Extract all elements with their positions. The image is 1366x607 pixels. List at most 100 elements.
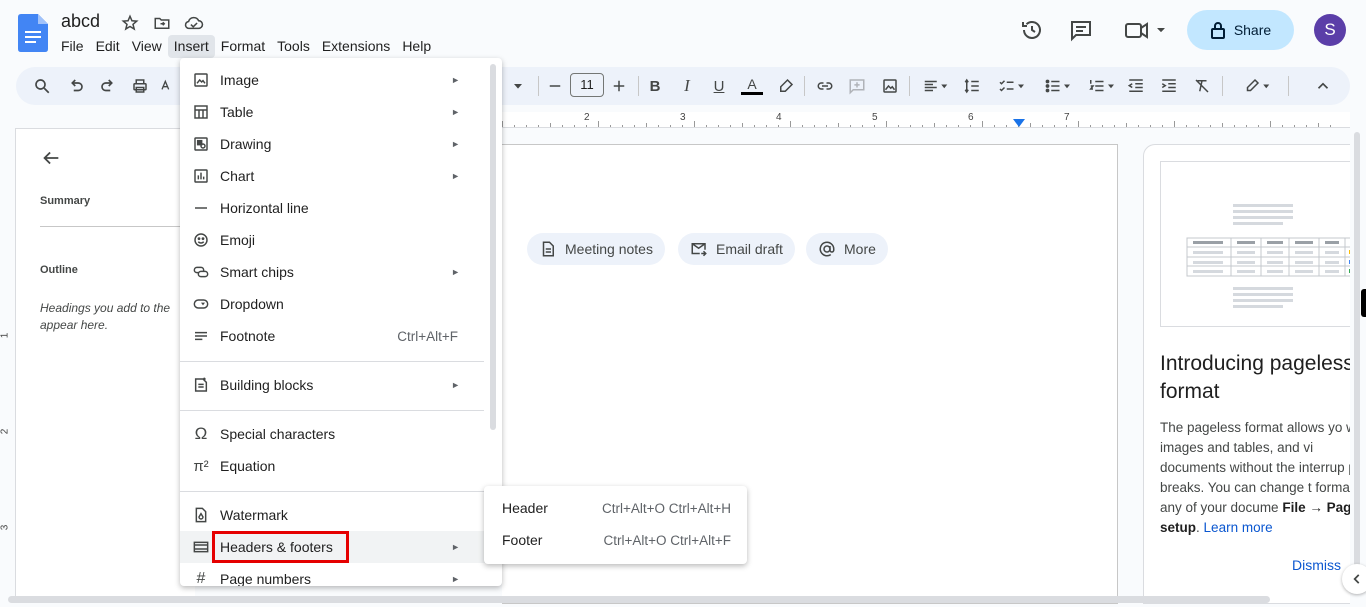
comments-icon[interactable] bbox=[1068, 17, 1094, 43]
email-draft-chip[interactable]: Email draft bbox=[678, 233, 795, 265]
menu-item-label: Footnote bbox=[220, 328, 276, 344]
font-dropdown-arrow-icon[interactable] bbox=[510, 74, 526, 98]
horizontal-scrollbar[interactable] bbox=[8, 596, 1270, 603]
share-button[interactable]: Share bbox=[1187, 10, 1294, 50]
menu-view[interactable]: View bbox=[126, 35, 168, 58]
menu-item-building-blocks[interactable]: Building blocks ► bbox=[180, 369, 490, 401]
ruler-tick bbox=[910, 125, 911, 127]
account-avatar[interactable]: S bbox=[1314, 14, 1346, 46]
menu-file[interactable]: File bbox=[55, 35, 90, 58]
bulleted-list-dropdown-icon[interactable] bbox=[1040, 74, 1076, 98]
line-spacing-icon[interactable] bbox=[960, 74, 984, 98]
menu-item-emoji[interactable]: Emoji bbox=[180, 224, 490, 256]
document-outline-panel: Summary Outline Headings you add to the … bbox=[15, 128, 196, 598]
add-comment-icon[interactable] bbox=[845, 74, 869, 98]
redo-icon[interactable] bbox=[96, 74, 120, 98]
insert-image-icon[interactable] bbox=[878, 74, 902, 98]
menu-item-watermark[interactable]: Watermark bbox=[180, 499, 490, 531]
italic-icon[interactable]: I bbox=[675, 74, 699, 98]
highlight-annotation-box bbox=[212, 531, 349, 563]
menu-item-footnote[interactable]: Footnote Ctrl+Alt+F bbox=[180, 320, 490, 352]
chip-label: Email draft bbox=[716, 241, 783, 257]
chip-label: Meeting notes bbox=[565, 241, 653, 257]
submenu-item-header[interactable]: Header Ctrl+Alt+O Ctrl+Alt+H bbox=[484, 492, 747, 524]
more-chip[interactable]: More bbox=[806, 233, 888, 265]
vertical-scrollbar[interactable] bbox=[1352, 132, 1362, 572]
menu-item-label: Image bbox=[220, 72, 259, 88]
ruler-tick bbox=[538, 125, 539, 127]
meeting-notes-chip[interactable]: Meeting notes bbox=[527, 233, 665, 265]
hide-menus-chevron-icon[interactable] bbox=[1311, 74, 1335, 98]
menu-item-label: Chart bbox=[220, 168, 255, 184]
dropdown-icon bbox=[192, 295, 210, 313]
document-title[interactable]: abcd bbox=[61, 11, 100, 32]
submenu-arrow-icon: ► bbox=[451, 267, 460, 277]
ruler-tick bbox=[1102, 125, 1103, 127]
menu-item-table[interactable]: Table ► bbox=[180, 96, 490, 128]
increase-font-size-icon[interactable] bbox=[607, 74, 631, 98]
clear-formatting-icon[interactable] bbox=[1190, 74, 1214, 98]
ruler-tick bbox=[850, 125, 851, 127]
menu-extensions[interactable]: Extensions bbox=[316, 35, 396, 58]
back-arrow-icon[interactable] bbox=[40, 147, 62, 169]
underline-icon[interactable]: U bbox=[707, 74, 731, 98]
ruler-tick bbox=[598, 121, 599, 127]
font-size-input[interactable]: 11 bbox=[570, 73, 604, 97]
numbered-list-dropdown-icon[interactable] bbox=[1084, 74, 1120, 98]
side-panel-tab[interactable] bbox=[1361, 289, 1366, 317]
menu-scrollbar[interactable] bbox=[490, 64, 496, 430]
print-icon[interactable] bbox=[128, 74, 152, 98]
menu-help[interactable]: Help bbox=[396, 35, 437, 58]
ruler-tick bbox=[1306, 125, 1307, 127]
ruler-tick bbox=[1318, 123, 1319, 127]
spellcheck-icon[interactable] bbox=[160, 74, 176, 98]
menu-item-dropdown[interactable]: Dropdown bbox=[180, 288, 490, 320]
menu-item-image[interactable]: Image ► bbox=[180, 64, 490, 96]
editing-mode-dropdown-icon[interactable] bbox=[1240, 74, 1276, 98]
decrease-indent-icon[interactable] bbox=[1124, 74, 1148, 98]
move-folder-icon[interactable] bbox=[151, 12, 173, 34]
menu-item-page-numbers[interactable]: # Page numbers ► bbox=[180, 563, 490, 586]
checklist-dropdown-icon[interactable] bbox=[994, 74, 1030, 98]
menu-item-special-characters[interactable]: Ω Special characters bbox=[180, 418, 490, 450]
ruler-tick bbox=[742, 123, 743, 127]
dismiss-button[interactable]: Dismiss bbox=[1292, 557, 1341, 573]
menu-item-chart[interactable]: Chart ► bbox=[180, 160, 490, 192]
submenu-item-footer[interactable]: Footer Ctrl+Alt+O Ctrl+Alt+F bbox=[484, 524, 747, 556]
version-history-icon[interactable] bbox=[1019, 17, 1045, 43]
menu-format[interactable]: Format bbox=[215, 35, 271, 58]
outline-hint-text: Headings you add to the appear here. bbox=[40, 301, 171, 332]
ruler-tick bbox=[1210, 125, 1211, 127]
highlight-color-icon[interactable] bbox=[774, 74, 798, 98]
footnote-icon bbox=[192, 327, 210, 345]
learn-more-link[interactable]: Learn more bbox=[1204, 520, 1273, 535]
menu-item-drawing[interactable]: Drawing ► bbox=[180, 128, 490, 160]
menu-edit[interactable]: Edit bbox=[90, 35, 126, 58]
cloud-saved-icon[interactable] bbox=[183, 12, 205, 34]
ruler-label: 5 bbox=[872, 112, 878, 123]
bold-icon[interactable]: B bbox=[643, 74, 667, 98]
menu-item-smart-chips[interactable]: Smart chips ► bbox=[180, 256, 490, 288]
increase-indent-icon[interactable] bbox=[1157, 74, 1181, 98]
meet-video-icon[interactable] bbox=[1122, 17, 1168, 43]
menu-item-equation[interactable]: π² Equation bbox=[180, 450, 490, 482]
undo-icon[interactable] bbox=[64, 74, 88, 98]
menu-bar: File Edit View Insert Format Tools Exten… bbox=[55, 35, 437, 58]
insert-link-icon[interactable] bbox=[813, 74, 837, 98]
collapse-panel-button[interactable] bbox=[1342, 564, 1366, 594]
ruler-tick bbox=[682, 125, 683, 127]
submenu-item-label: Header bbox=[502, 500, 548, 516]
right-indent-marker[interactable] bbox=[1013, 119, 1025, 127]
ruler-tick bbox=[1186, 125, 1187, 127]
menu-tools[interactable]: Tools bbox=[271, 35, 316, 58]
search-menus-icon[interactable] bbox=[30, 74, 54, 98]
star-icon[interactable] bbox=[119, 12, 141, 34]
text-color-icon[interactable]: A bbox=[740, 74, 764, 98]
decrease-font-size-icon[interactable] bbox=[543, 74, 567, 98]
submenu-arrow-icon: ► bbox=[451, 542, 460, 552]
menu-item-horizontal-line[interactable]: Horizontal line bbox=[180, 192, 490, 224]
align-dropdown-icon[interactable] bbox=[918, 74, 954, 98]
drawing-icon bbox=[192, 135, 210, 153]
menu-insert[interactable]: Insert bbox=[167, 35, 215, 58]
docs-logo-icon[interactable] bbox=[18, 14, 48, 52]
